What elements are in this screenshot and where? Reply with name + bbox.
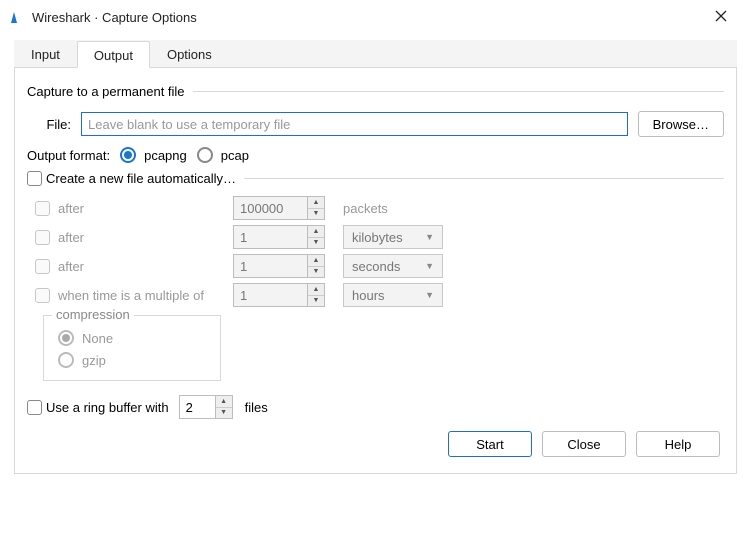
radio-unselected-icon <box>197 147 213 163</box>
tab-input[interactable]: Input <box>14 40 77 67</box>
checkbox-icon <box>35 288 50 303</box>
file-label: File: <box>41 117 71 132</box>
arrow-down-icon: ▼ <box>308 266 324 278</box>
browse-button[interactable]: Browse… <box>638 111 724 137</box>
arrow-down-icon: ▼ <box>216 407 232 419</box>
arrow-up-icon: ▲ <box>308 197 324 208</box>
compression-gzip-radio[interactable]: gzip <box>58 352 206 368</box>
interval-spinbox[interactable]: ▲▼ <box>233 283 333 307</box>
arrow-up-icon: ▲ <box>308 284 324 295</box>
chevron-down-icon: ▼ <box>425 290 434 300</box>
interval-unit-select[interactable]: hours ▼ <box>343 283 443 307</box>
radio-selected-icon <box>120 147 136 163</box>
output-format-label: Output format: <box>27 148 110 163</box>
tab-bar: Input Output Options <box>14 40 737 68</box>
chevron-down-icon: ▼ <box>425 232 434 242</box>
radio-pcapng[interactable]: pcapng <box>120 147 187 163</box>
output-panel: Capture to a permanent file File: Browse… <box>14 68 737 474</box>
close-icon <box>715 10 727 22</box>
radio-selected-icon <box>58 330 74 346</box>
packets-unit-label: packets <box>343 201 443 216</box>
ring-buffer-unit-label: files <box>245 400 268 415</box>
time-spinbox[interactable]: ▲▼ <box>233 254 333 278</box>
radio-unselected-icon <box>58 352 74 368</box>
close-button[interactable]: Close <box>542 431 626 457</box>
packets-spinbox[interactable]: ▲▼ <box>233 196 333 220</box>
window-title: Wireshark · Capture Options <box>32 10 701 25</box>
arrow-up-icon: ▲ <box>308 255 324 266</box>
chevron-down-icon: ▼ <box>425 261 434 271</box>
help-button[interactable]: Help <box>636 431 720 457</box>
dialog-footer: Start Close Help <box>27 419 724 461</box>
titlebar: Wireshark · Capture Options <box>0 0 751 34</box>
radio-pcap[interactable]: pcap <box>197 147 249 163</box>
interval-checkbox[interactable]: when time is a multiple of <box>58 288 204 303</box>
newfile-row-size: after ▲▼ kilobytes ▼ <box>35 225 724 249</box>
arrow-down-icon: ▼ <box>308 237 324 249</box>
arrow-down-icon: ▼ <box>308 295 324 307</box>
compression-none-radio[interactable]: None <box>58 330 206 346</box>
newfile-row-packets: after ▲▼ packets <box>35 196 724 220</box>
newfile-group-header: Create a new file automatically… <box>27 171 724 186</box>
tab-options[interactable]: Options <box>150 40 229 67</box>
compression-group-label: compression <box>52 307 134 322</box>
ring-buffer-spinbox[interactable]: ▲▼ <box>179 395 235 419</box>
size-spinbox[interactable]: ▲▼ <box>233 225 333 249</box>
checkbox-icon <box>27 171 42 186</box>
after-packets-checkbox[interactable]: after <box>58 201 84 216</box>
after-size-checkbox[interactable]: after <box>58 230 84 245</box>
tab-output[interactable]: Output <box>77 41 150 68</box>
arrow-up-icon: ▲ <box>216 396 232 407</box>
arrow-down-icon: ▼ <box>308 208 324 220</box>
newfile-row-time: after ▲▼ seconds ▼ <box>35 254 724 278</box>
close-window-button[interactable] <box>701 9 741 26</box>
arrow-up-icon: ▲ <box>308 226 324 237</box>
checkbox-icon <box>35 230 50 245</box>
file-path-input[interactable] <box>81 112 628 136</box>
newfile-row-interval: when time is a multiple of ▲▼ hours ▼ <box>35 283 724 307</box>
compression-group: compression None gzip <box>43 315 221 381</box>
ring-buffer-checkbox[interactable]: Use a ring buffer with <box>27 400 169 415</box>
checkbox-icon <box>35 201 50 216</box>
after-time-checkbox[interactable]: after <box>58 259 84 274</box>
checkbox-icon <box>27 400 42 415</box>
time-unit-select[interactable]: seconds ▼ <box>343 254 443 278</box>
start-button[interactable]: Start <box>448 431 532 457</box>
permanent-file-group-label: Capture to a permanent file <box>27 84 185 99</box>
checkbox-icon <box>35 259 50 274</box>
newfile-auto-checkbox[interactable]: Create a new file automatically… <box>27 171 236 186</box>
size-unit-select[interactable]: kilobytes ▼ <box>343 225 443 249</box>
permanent-file-group-header: Capture to a permanent file <box>27 84 724 99</box>
wireshark-logo-icon <box>10 9 26 25</box>
